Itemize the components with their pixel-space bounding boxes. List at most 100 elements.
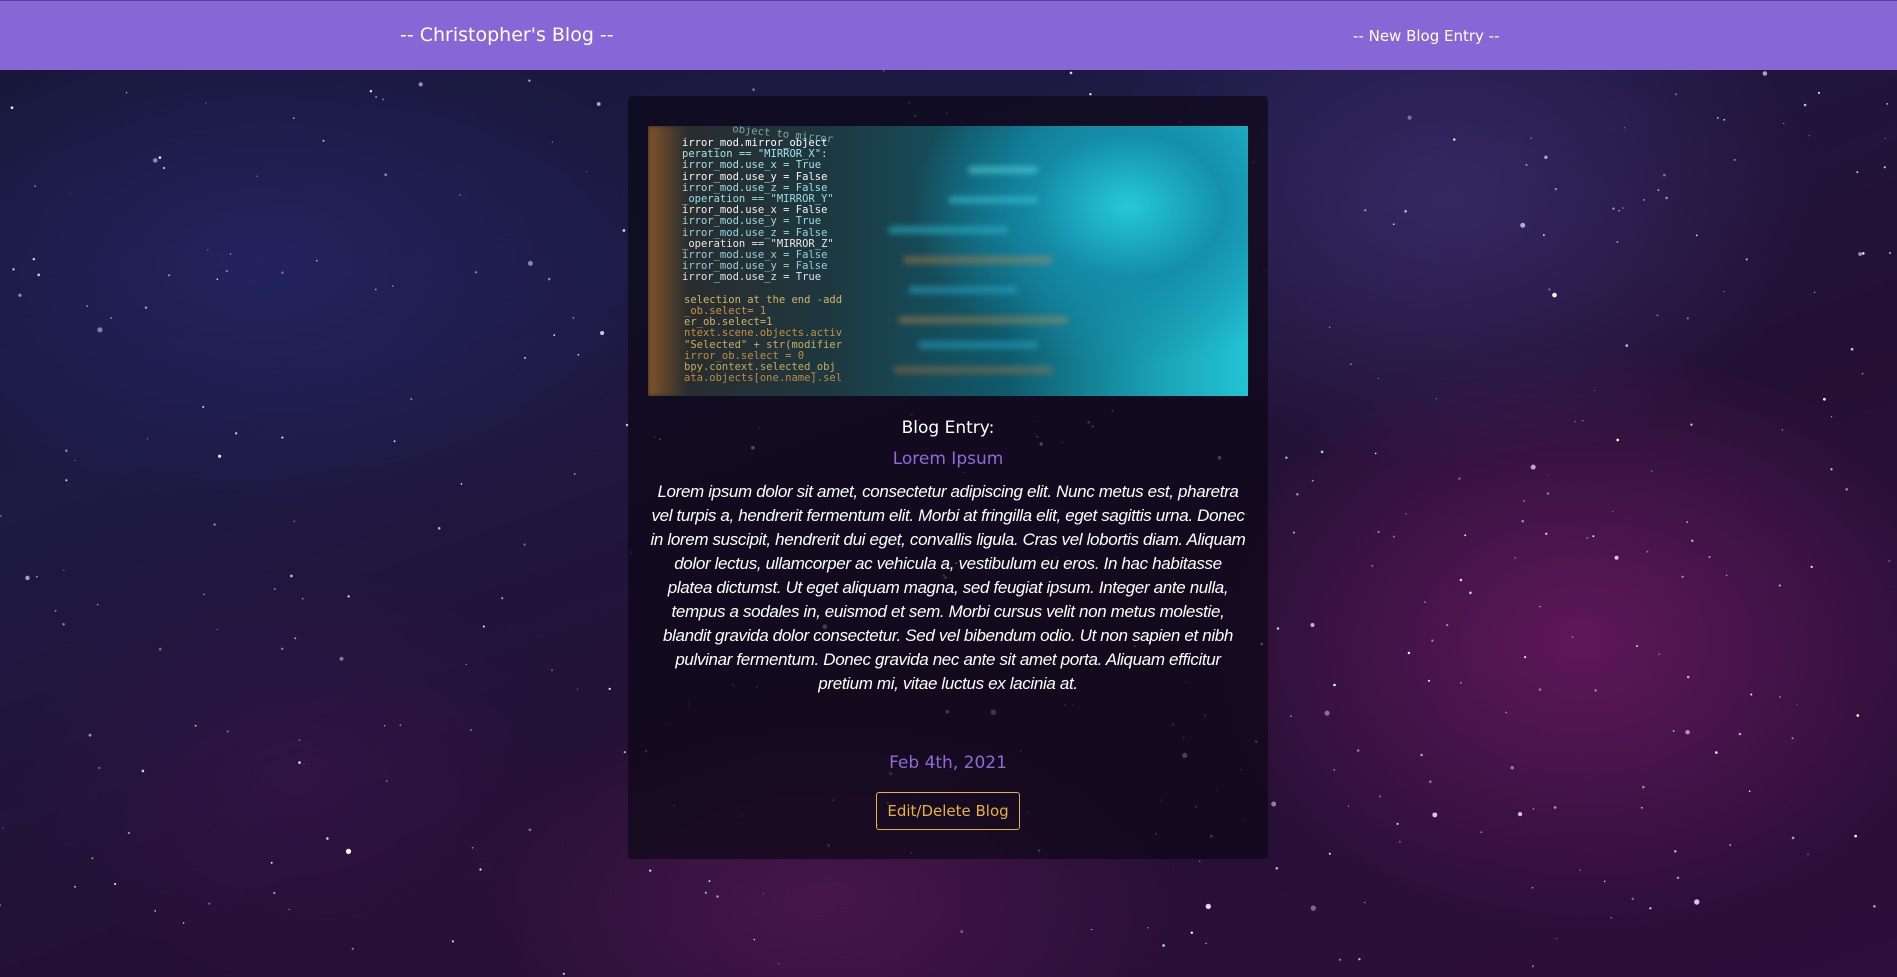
star <box>418 82 423 87</box>
star <box>1453 138 1456 141</box>
star <box>290 574 293 578</box>
star <box>528 828 532 832</box>
star <box>1531 965 1534 968</box>
star <box>1791 737 1794 740</box>
star <box>86 305 89 307</box>
star <box>182 922 185 924</box>
star <box>383 724 386 727</box>
star <box>1642 785 1645 789</box>
star <box>298 739 301 742</box>
star <box>1888 559 1891 562</box>
star <box>1522 499 1525 503</box>
star <box>292 117 295 120</box>
star <box>74 885 76 888</box>
star <box>1884 137 1887 139</box>
star <box>1858 252 1862 256</box>
star <box>1147 927 1149 929</box>
star <box>623 751 626 754</box>
star <box>1883 166 1886 169</box>
star <box>1656 314 1659 317</box>
star <box>1579 869 1582 871</box>
star <box>1553 806 1557 809</box>
code-image-glow <box>648 126 688 396</box>
star <box>1614 555 1619 560</box>
star <box>596 102 601 106</box>
star <box>1510 765 1514 770</box>
star <box>97 327 103 333</box>
star <box>1593 389 1596 392</box>
star <box>1424 601 1426 603</box>
star <box>1663 173 1666 177</box>
star <box>1514 557 1516 559</box>
star <box>1374 452 1377 455</box>
star <box>1532 808 1535 810</box>
star <box>465 663 467 666</box>
star <box>1363 208 1367 212</box>
new-blog-entry-link[interactable]: -- New Blog Entry -- <box>1353 27 1500 45</box>
star <box>1845 488 1848 491</box>
code-line: ntext.scene.objects.activ <box>684 327 843 340</box>
star <box>386 780 388 782</box>
star <box>1681 575 1684 578</box>
star <box>1542 234 1545 237</box>
star <box>0 904 1 906</box>
star <box>1271 801 1277 807</box>
star <box>527 260 533 266</box>
star <box>1432 812 1438 818</box>
star <box>216 628 218 630</box>
star <box>1733 158 1736 161</box>
star <box>392 285 394 287</box>
star <box>270 861 273 864</box>
star <box>37 273 41 277</box>
star <box>1738 732 1742 736</box>
star <box>523 543 526 546</box>
star <box>1622 207 1624 209</box>
star <box>146 438 149 440</box>
edit-delete-blog-button[interactable]: Edit/Delete Blog <box>876 792 1020 830</box>
star <box>1686 675 1690 679</box>
star <box>1649 907 1652 910</box>
star <box>110 317 113 320</box>
star <box>1296 493 1299 496</box>
star <box>1069 71 1073 75</box>
star <box>162 166 166 170</box>
star <box>91 857 94 860</box>
star <box>1814 291 1816 293</box>
star <box>1657 189 1660 191</box>
star <box>217 454 222 458</box>
star <box>1716 117 1719 119</box>
code-line: "Selected" + str(modifier <box>684 338 843 351</box>
star <box>1328 326 1331 328</box>
code-blur-bar <box>968 166 1038 174</box>
star <box>229 253 232 255</box>
star <box>1379 795 1382 798</box>
star <box>1371 564 1374 567</box>
star <box>1856 171 1859 174</box>
star <box>1547 474 1550 476</box>
star <box>1399 840 1401 843</box>
star <box>1531 886 1534 889</box>
star <box>1691 539 1694 542</box>
star <box>158 156 162 159</box>
star <box>1781 429 1784 431</box>
star <box>1290 715 1292 717</box>
star <box>1358 957 1361 961</box>
star <box>1545 532 1548 535</box>
star <box>256 175 258 177</box>
blog-date: Feb 4th, 2021 <box>889 753 1007 773</box>
star <box>753 938 755 941</box>
star <box>1817 91 1821 94</box>
star <box>1694 899 1700 905</box>
star <box>1328 852 1331 855</box>
star <box>322 139 325 142</box>
star <box>1685 729 1690 735</box>
site-brand-link[interactable]: -- Christopher's Blog -- <box>400 24 614 46</box>
star <box>1674 93 1677 96</box>
star <box>1676 876 1680 880</box>
star <box>1750 693 1753 696</box>
star <box>294 637 297 640</box>
star <box>460 483 463 485</box>
star <box>1320 450 1324 454</box>
star <box>600 330 605 336</box>
star <box>88 733 92 737</box>
